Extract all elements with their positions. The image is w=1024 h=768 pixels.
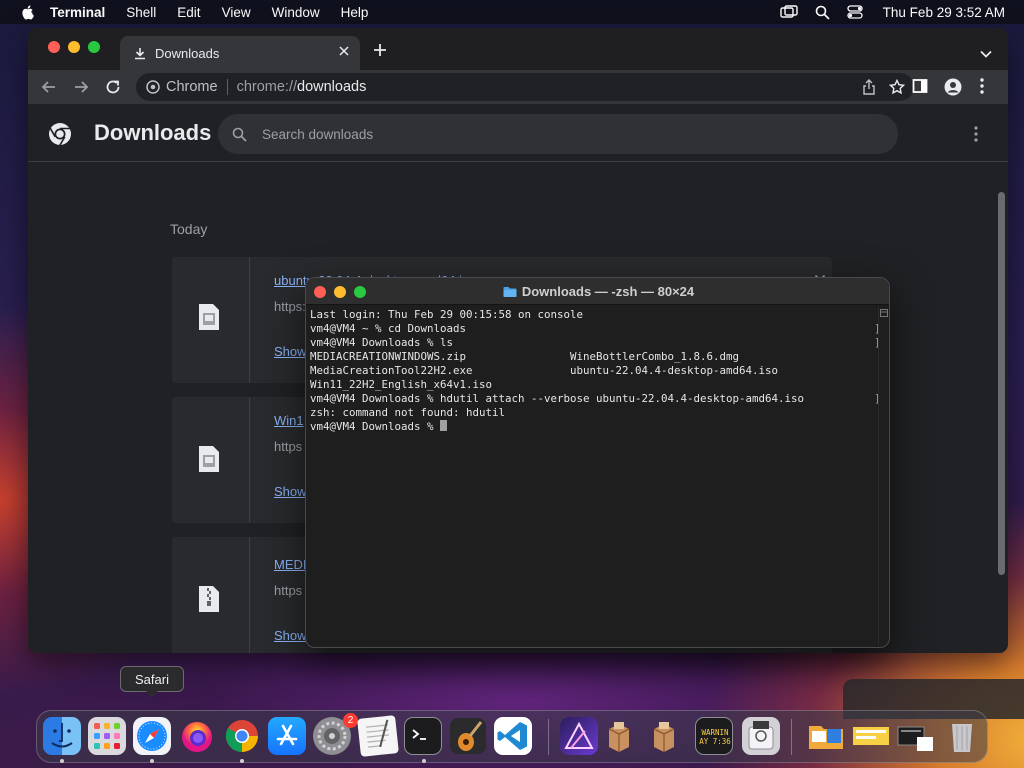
- finder-icon[interactable]: [43, 717, 81, 755]
- google-chrome-icon[interactable]: [223, 717, 261, 755]
- notification-badge: 2: [343, 713, 358, 728]
- screenshots-stack-icon[interactable]: [897, 717, 935, 755]
- browser-toolbar: Chrome chrome://downloads: [28, 70, 1008, 104]
- menu-bar: Terminal Shell Edit View Window Help Thu…: [0, 0, 1024, 24]
- file-disk-image-icon: [198, 445, 220, 478]
- chrome-logo-icon: [48, 122, 72, 151]
- control-center-icon[interactable]: [847, 5, 863, 19]
- installer-package-icon[interactable]: [645, 717, 683, 755]
- show-in-finder-link[interactable]: Show: [274, 628, 307, 643]
- menu-shell[interactable]: Shell: [126, 5, 156, 20]
- terminal-title: Downloads — -zsh — 80×24: [521, 284, 695, 299]
- search-downloads-input[interactable]: Search downloads: [218, 114, 898, 154]
- page-scrollbar[interactable]: [998, 192, 1005, 575]
- running-indicator: [240, 759, 244, 763]
- search-placeholder: Search downloads: [262, 126, 374, 142]
- garageband-icon[interactable]: [449, 717, 487, 755]
- firefox-icon[interactable]: [178, 717, 216, 755]
- search-icon: [232, 127, 247, 142]
- minimize-window-button[interactable]: [68, 41, 80, 53]
- textedit-icon[interactable]: [357, 715, 399, 757]
- apple-menu-icon[interactable]: [20, 4, 36, 20]
- terminal-titlebar[interactable]: Downloads — -zsh — 80×24: [306, 278, 889, 305]
- new-tab-icon[interactable]: [373, 43, 387, 62]
- menu-help[interactable]: Help: [341, 5, 369, 20]
- profile-icon[interactable]: [944, 78, 962, 101]
- svg-text:AY 7:36: AY 7:36: [699, 737, 731, 746]
- section-date-label: Today: [170, 221, 208, 237]
- terminal-window: Downloads — -zsh — 80×24 Last login: Thu…: [305, 277, 890, 648]
- affinity-designer-icon[interactable]: [560, 717, 598, 755]
- tab-strip: Downloads: [28, 28, 1008, 70]
- running-indicator: [422, 759, 426, 763]
- terminal-output[interactable]: Last login: Thu Feb 29 00:15:58 on conso…: [310, 308, 804, 434]
- app-store-icon[interactable]: [268, 717, 306, 755]
- terminal-scrollbar[interactable]: [878, 307, 888, 645]
- file-zip-icon: [198, 585, 220, 618]
- menu-edit[interactable]: Edit: [177, 5, 200, 20]
- menu-app-terminal[interactable]: Terminal: [50, 5, 105, 20]
- site-label: Chrome: [166, 79, 218, 95]
- page-title: Downloads: [94, 120, 212, 145]
- side-panel-icon[interactable]: [912, 78, 928, 99]
- download-source-url[interactable]: https: [274, 439, 302, 454]
- dock-tooltip: Safari: [120, 666, 184, 698]
- safari-icon[interactable]: [133, 717, 171, 755]
- folder-icon: [503, 286, 517, 301]
- omnibox-divider: [226, 79, 228, 95]
- running-indicator: [150, 759, 154, 763]
- zoom-window-button[interactable]: [88, 41, 100, 53]
- reload-icon[interactable]: [104, 78, 122, 101]
- url-host: downloads: [297, 79, 367, 95]
- download-file-name[interactable]: Win1: [274, 413, 304, 428]
- installer-package-icon[interactable]: [600, 717, 638, 755]
- text-cursor: [440, 420, 448, 431]
- bookmark-star-icon[interactable]: [888, 78, 906, 99]
- spotlight-search-icon[interactable]: [815, 5, 830, 20]
- close-tab-icon[interactable]: [338, 45, 350, 60]
- svg-text:WARNIN: WARNIN: [701, 728, 728, 737]
- download-source-url[interactable]: https: [274, 583, 302, 598]
- tab-downloads[interactable]: Downloads: [120, 36, 360, 70]
- show-in-finder-link[interactable]: Show: [274, 344, 307, 359]
- url-scheme: chrome://: [236, 79, 298, 95]
- address-bar[interactable]: Chrome chrome://downloads: [136, 73, 914, 101]
- dock-separator: [548, 719, 549, 755]
- trash-icon[interactable]: [943, 717, 981, 755]
- dock-separator: [791, 719, 792, 755]
- terminal-icon[interactable]: [404, 717, 442, 755]
- file-disk-image-icon: [198, 303, 220, 336]
- launchpad-icon[interactable]: [88, 717, 126, 755]
- visual-studio-code-icon[interactable]: [494, 717, 532, 755]
- tab-title: Downloads: [155, 45, 220, 61]
- documents-stack-icon[interactable]: [852, 717, 890, 755]
- running-indicator: [60, 759, 64, 763]
- back-icon[interactable]: [40, 78, 58, 101]
- screen-mirroring-icon[interactable]: [779, 5, 798, 19]
- chrome-site-icon: [146, 80, 160, 94]
- downloads-menu-icon[interactable]: [974, 126, 978, 147]
- download-file-name[interactable]: MEDI: [274, 557, 307, 572]
- download-icon: [134, 47, 146, 60]
- console-icon[interactable]: WARNIN AY 7:36: [695, 717, 733, 755]
- forward-icon[interactable]: [72, 78, 90, 101]
- chrome-menu-icon[interactable]: [980, 78, 984, 99]
- share-icon[interactable]: [862, 79, 876, 99]
- downloads-folder-icon[interactable]: [807, 717, 845, 755]
- disk-utility-icon[interactable]: [742, 717, 780, 755]
- menubar-clock[interactable]: Thu Feb 29 3:52 AM: [883, 5, 1005, 20]
- downloads-header: Downloads Search downloads: [28, 104, 1008, 162]
- close-window-button[interactable]: [48, 41, 60, 53]
- menu-window[interactable]: Window: [272, 5, 320, 20]
- tab-search-chevron-icon[interactable]: [980, 45, 992, 63]
- show-in-finder-link[interactable]: Show: [274, 484, 307, 499]
- menu-view[interactable]: View: [222, 5, 251, 20]
- dock: 2 WARNIN AY 7:36: [36, 710, 988, 763]
